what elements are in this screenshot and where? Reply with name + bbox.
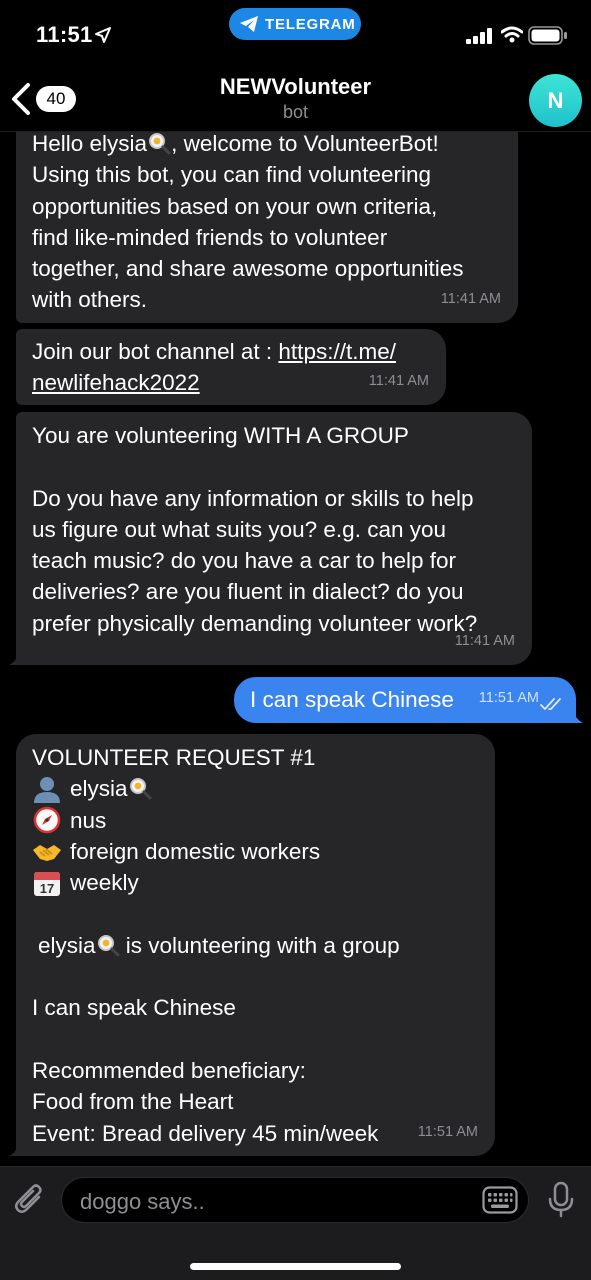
home-indicator[interactable] [190,1263,401,1270]
wifi-icon [501,26,523,43]
message-input[interactable]: doggo says.. [61,1177,529,1223]
chat-subtitle: bot [282,102,309,122]
channel-link-continued[interactable]: newlifehack2022 [32,370,200,395]
message-bubble-channel[interactable]: Join our bot channel at : https://t.me/ … [16,329,446,405]
message-bubble-question[interactable]: You are volunteering WITH A GROUP Do you… [9,412,532,665]
message-time: 11:51 AM [478,689,539,706]
bubble-tail [9,1138,27,1156]
telegram-pill[interactable]: TELEGRAM [229,8,361,40]
compass-icon [32,806,64,834]
request-row-user: elysia [32,773,479,804]
microphone-icon[interactable] [548,1181,574,1219]
message-list[interactable]: Hello elysia, welcome to VolunteerBot! U… [0,132,591,1166]
fried-egg-icon [147,133,171,156]
bot-keyboard-icon[interactable] [482,1186,518,1214]
fried-egg-icon [128,773,152,804]
location-arrow-icon [95,27,111,43]
avatar[interactable]: N [529,74,582,127]
message-bubble-welcome[interactable]: Hello elysia, welcome to VolunteerBot! U… [16,132,518,323]
chat-title[interactable]: NEWVolunteer [0,74,591,100]
request-skill-line: I can speak Chinese [32,995,236,1021]
handshake-icon [32,838,64,866]
composer: doggo says.. [0,1166,591,1280]
message-time: 11:41 AM [454,632,515,649]
bubble-tail [9,647,27,665]
cellular-signal-icon [466,28,492,44]
status-bar: 11:51 TELEGRAM [0,0,591,62]
request-heading: VOLUNTEER REQUEST #1 [32,745,316,770]
calendar-day: 17 [40,881,54,896]
calendar-icon: 17 [32,869,64,897]
telegram-plane-icon [240,16,258,32]
telegram-pill-label: TELEGRAM [265,16,356,33]
paperclip-icon[interactable] [14,1181,46,1219]
message-text: Hello elysia, welcome to VolunteerBot! U… [32,132,464,313]
channel-link[interactable]: https://t.me/ [278,339,396,364]
message-time: 11:41 AM [368,372,429,389]
bubble-tail [565,705,583,723]
request-recommendation-label: Recommended beneficiary: [32,1057,306,1083]
message-time: 11:51 AM [417,1123,478,1140]
request-row-beneficiary-group: foreign domestic workers [32,836,479,867]
message-input-placeholder: doggo says.. [80,1189,205,1214]
chat-header: 40 NEWVolunteer bot N [0,62,591,132]
request-recommendation-org: Food from the Heart [32,1089,234,1115]
read-checkmarks-icon [540,698,561,711]
message-time: 11:41 AM [440,290,501,307]
request-row-frequency: 17 weekly [32,867,479,898]
message-text: You are volunteering WITH A GROUP Do you… [32,423,478,636]
battery-icon [528,26,567,45]
request-group-line: elysia is volunteering with a group [32,930,479,961]
user-silhouette-icon [32,775,64,803]
status-time: 11:51 [36,22,93,47]
message-bubble-outgoing[interactable]: I can speak Chinese 11:51 AM [234,677,583,723]
fried-egg-icon [96,930,120,961]
message-bubble-request[interactable]: VOLUNTEER REQUEST #1 elysia nus foreign … [9,734,495,1156]
request-row-school: nus [32,805,479,836]
request-recommendation-event: Event: Bread delivery 45 min/week [32,1120,379,1146]
